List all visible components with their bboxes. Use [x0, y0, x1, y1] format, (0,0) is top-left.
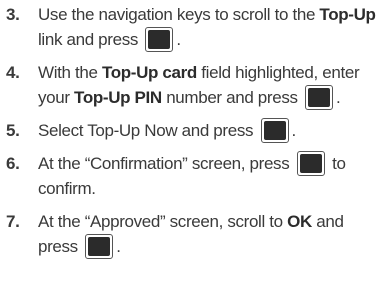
step-number: 6. [6, 154, 20, 173]
step-text: With the [38, 63, 102, 82]
step-bold-text: Top-Up [319, 5, 376, 24]
step-line: link and press . [38, 27, 181, 52]
step-line: Select Top-Up Now and press . [38, 118, 296, 143]
step-line: confirm. [38, 176, 96, 201]
step-text: link and press [38, 30, 138, 49]
ok-key-icon [85, 234, 114, 259]
instruction-steps: 3. Use the navigation keys to scroll to … [0, 2, 381, 267]
step-line: At the “Approved” screen, scroll to OK a… [38, 209, 344, 234]
step-text: At the “Confirmation” screen, press [38, 154, 290, 173]
step-bold-text: Top-Up PIN [74, 88, 162, 107]
step-bold-text: OK [287, 212, 312, 231]
step-number: 4. [6, 63, 20, 82]
step-text: . [176, 30, 181, 49]
step-text: . [291, 121, 297, 140]
step-line: At the “Confirmation” screen, press to [38, 151, 346, 176]
step-text: confirm. [38, 179, 96, 198]
step-text: Select Top-Up Now and press [38, 121, 254, 140]
step-text: your [38, 88, 75, 107]
ok-key-icon [296, 151, 325, 176]
step-text: field highlighted, enter [196, 63, 360, 82]
step-text: number and press [161, 88, 298, 107]
step-text: At the “Approved” screen, scroll to [38, 212, 288, 231]
step-line: Use the navigation keys to scroll to the… [38, 2, 376, 27]
ok-key-icon [260, 118, 289, 143]
step-line: With the Top-Up card field highlighted, … [38, 60, 360, 85]
step-text: to [332, 154, 346, 173]
step-text: . [336, 88, 341, 107]
step-text: and [311, 212, 344, 231]
step-number: 3. [6, 5, 20, 24]
ok-key-icon [305, 85, 333, 110]
step-6: 6. At the “Confirmation” screen, press t… [0, 151, 381, 201]
step-3: 3. Use the navigation keys to scroll to … [0, 2, 381, 52]
step-bold-text: Top-Up card [101, 63, 197, 82]
step-text: press [38, 237, 78, 256]
step-number: 7. [6, 212, 20, 231]
step-line: your Top-Up PIN number and press . [38, 85, 341, 110]
step-text: Use the navigation keys to scroll to the [38, 5, 320, 24]
step-line: press . [38, 234, 121, 259]
step-number: 5. [6, 121, 20, 140]
step-5: 5. Select Top-Up Now and press . [0, 118, 381, 143]
step-4: 4. With the Top-Up card field highlighte… [0, 60, 381, 110]
step-text: . [116, 237, 121, 256]
ok-key-icon [145, 27, 174, 52]
step-7: 7. At the “Approved” screen, scroll to O… [0, 209, 381, 259]
